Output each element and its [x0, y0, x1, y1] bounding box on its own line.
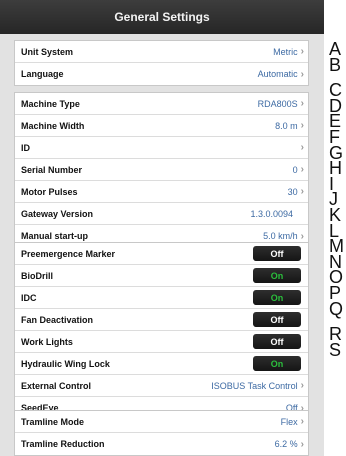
row-label: Hydraulic Wing Lock [21, 358, 110, 369]
settings-group-machine: Machine Type RDA800S › Machine Width 8.0… [14, 92, 309, 248]
row-language[interactable]: Language Automatic › [15, 63, 308, 85]
chevron-right-icon: › [300, 438, 304, 450]
row-label: Machine Width [21, 120, 85, 131]
settings-group-general: Unit System Metric › Language Automatic … [14, 40, 309, 86]
side-letter: B [329, 54, 342, 75]
row-label: Fan Deactivation [21, 314, 94, 325]
toggle-switch[interactable]: On [253, 268, 301, 283]
row-gateway-version: Gateway Version 1.3.0.0094 [15, 203, 308, 225]
row-label: Serial Number [21, 164, 83, 175]
row-idc: IDC On [15, 287, 308, 309]
chevron-right-icon: › [300, 120, 304, 131]
row-label: Unit System [21, 46, 74, 57]
row-label: Preemergence Marker [21, 248, 116, 259]
row-value: RDA800S [257, 98, 298, 109]
row-machine-width[interactable]: Machine Width 8.0 m › [15, 115, 308, 137]
toggle-switch[interactable]: Off [253, 334, 301, 349]
row-value: 8.0 m [275, 120, 298, 131]
row-label: Language [21, 69, 64, 79]
row-label: Motor Pulses [21, 186, 78, 197]
row-label: IDC [21, 292, 37, 303]
page-title: General Settings [114, 10, 210, 24]
chevron-right-icon: › [300, 416, 304, 427]
row-label: Tramline Mode [21, 416, 85, 427]
row-external-control[interactable]: External Control ISOBUS Task Control › [15, 375, 308, 397]
row-serial-number[interactable]: Serial Number 0 › [15, 159, 308, 181]
row-tramline-mode[interactable]: Tramline Mode Flex › [15, 411, 308, 433]
settings-panel: Unit System Metric › Language Automatic … [0, 34, 324, 456]
row-tramline-reduction[interactable]: Tramline Reduction 6.2 % › [15, 433, 308, 455]
row-value: Flex [280, 416, 298, 427]
row-value: 30 [287, 186, 298, 197]
toggle-switch[interactable]: On [253, 290, 301, 305]
row-label: External Control [21, 380, 92, 391]
chevron-right-icon: › [300, 68, 304, 80]
title-bar: General Settings [0, 0, 324, 34]
toggle-switch[interactable]: On [253, 356, 301, 371]
row-hydraulic-wing-lock: Hydraulic Wing Lock On [15, 353, 308, 375]
chevron-right-icon: › [300, 46, 304, 57]
row-label: Manual start-up [21, 231, 89, 241]
chevron-right-icon: › [300, 164, 304, 175]
row-fan-deactivation: Fan Deactivation Off [15, 309, 308, 331]
row-label: Machine Type [21, 98, 80, 109]
settings-group-tramline: Tramline Mode Flex › Tramline Reduction … [14, 410, 309, 456]
row-value: 1.3.0.0094 [250, 208, 293, 219]
side-letter: Q [329, 298, 344, 319]
toggle-switch[interactable]: Off [253, 312, 301, 327]
chevron-right-icon: › [300, 186, 304, 197]
row-id[interactable]: ID › [15, 137, 308, 159]
side-letter-index: A B C D E F G H I J K L M N O P Q R S [329, 40, 346, 360]
row-value: 5.0 km/h [263, 231, 298, 241]
row-biodrill: BioDrill On [15, 265, 308, 287]
row-label: BioDrill [21, 270, 54, 281]
row-label: Work Lights [21, 336, 73, 347]
chevron-right-icon: › [300, 230, 304, 242]
row-label: Gateway Version [21, 208, 94, 219]
row-label: Tramline Reduction [21, 439, 105, 449]
row-label: ID [21, 142, 30, 153]
row-machine-type[interactable]: Machine Type RDA800S › [15, 93, 308, 115]
side-letter: S [329, 339, 342, 360]
settings-group-features: Preemergence Marker Off BioDrill On IDC … [14, 242, 309, 420]
row-preemergence-marker: Preemergence Marker Off [15, 243, 308, 265]
row-work-lights: Work Lights Off [15, 331, 308, 353]
toggle-switch[interactable]: Off [253, 246, 301, 261]
row-value: Automatic [257, 69, 298, 79]
row-motor-pulses[interactable]: Motor Pulses 30 › [15, 181, 308, 203]
row-value: 6.2 % [274, 439, 298, 449]
chevron-right-icon: › [300, 142, 304, 153]
chevron-right-icon: › [300, 98, 304, 109]
row-unit-system[interactable]: Unit System Metric › [15, 41, 308, 63]
row-value: Metric [273, 46, 298, 57]
row-value: 0 [292, 164, 298, 175]
chevron-right-icon: › [300, 380, 304, 391]
row-value: ISOBUS Task Control [211, 380, 298, 391]
